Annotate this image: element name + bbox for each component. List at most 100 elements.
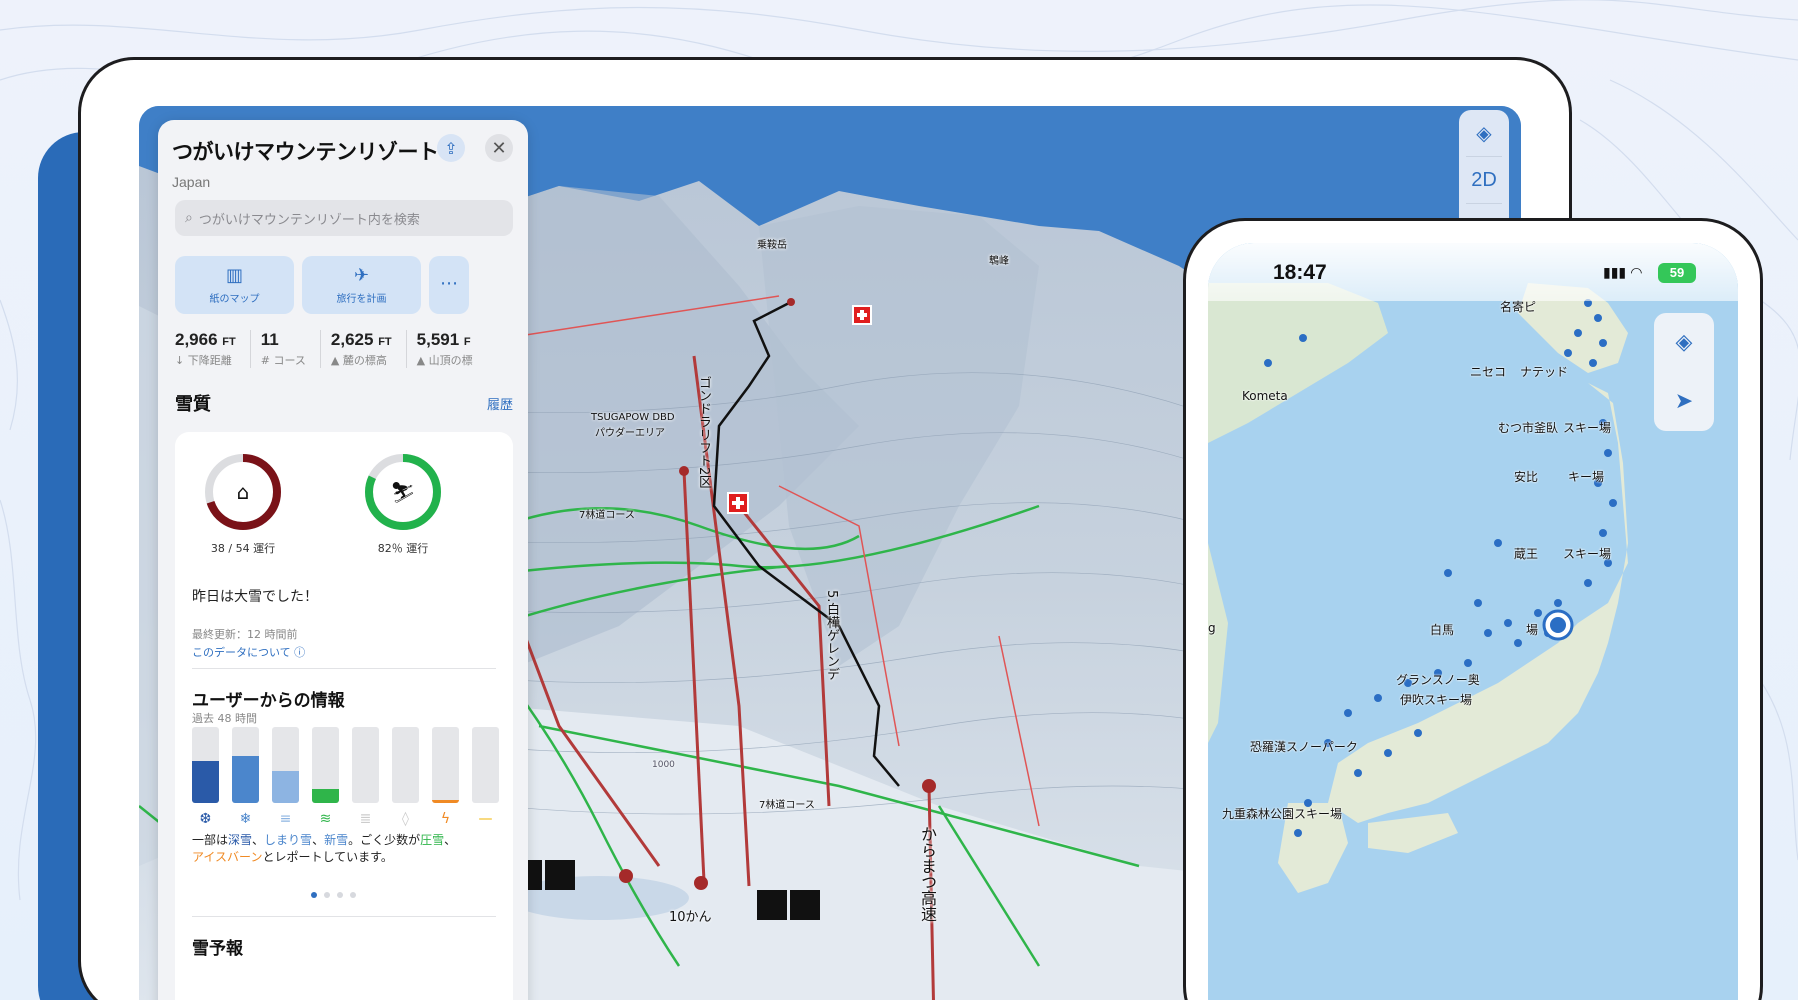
- peak-label: 乗鞍岳: [757, 240, 787, 251]
- contour-label: 1000: [652, 760, 675, 770]
- info-icon: ⓘ: [294, 646, 306, 659]
- map-place-label: g: [1208, 621, 1216, 635]
- 2d-toggle-button[interactable]: 2D: [1459, 157, 1509, 203]
- stat-summit: 5,591 F ▲ 山頂の標: [416, 330, 473, 367]
- report-bar-column: —: [472, 727, 499, 827]
- groomed-icon: ≋: [319, 811, 332, 827]
- user-reports-description: 一部は深雪、しまり雪、新雪。ごく少数が圧雪、 アイスバーンとレポートしています。: [192, 833, 457, 864]
- ice-icon: ϟ: [440, 811, 451, 827]
- user-reports-title: ユーザーからの情報: [192, 691, 345, 711]
- other-icon: —: [478, 811, 493, 827]
- map-place-label: 蔵王: [1514, 547, 1539, 561]
- run-label: からまつ高速: [918, 826, 937, 922]
- search-placeholder: つがいけマウンテンリゾート内を検索: [198, 212, 420, 228]
- phone-map-controls: ◈ ➤: [1654, 313, 1714, 431]
- slush-icon: ◊: [402, 811, 409, 827]
- crud-icon: ≣: [359, 811, 372, 827]
- report-bar-column: ❆: [192, 727, 219, 827]
- layers-icon[interactable]: ◈: [1676, 330, 1693, 355]
- plan-trip-button[interactable]: ✈ 旅行を計画: [302, 256, 421, 314]
- report-bar: [352, 727, 379, 803]
- report-bar-fill: [432, 799, 459, 803]
- packed-icon: ≡: [279, 811, 292, 827]
- user-reports-subtitle: 過去 48 時間: [192, 712, 257, 725]
- report-bar-fill: [312, 789, 339, 803]
- runs-ring: ⛷: [365, 454, 441, 530]
- skier-icon: ⛷: [390, 480, 415, 504]
- map-place-label: スキー場: [1563, 547, 1612, 561]
- lift-label: ゴンドラリフト2区: [696, 376, 711, 489]
- map-place-label: スキー場: [1563, 421, 1612, 435]
- report-bar: [232, 727, 259, 803]
- run-label: 7林道コース: [759, 800, 815, 811]
- japan-map[interactable]: 18:47 ▮▮▮ ◠ 59 ◈ ➤ 名寄ピ ニセコ ナテッド Kometa む…: [1208, 243, 1738, 1000]
- map-place-label: ナテッド: [1520, 365, 1569, 379]
- report-bar: [192, 727, 219, 803]
- map-place-label: 場: [1526, 623, 1539, 637]
- gondola-icon: ⌂: [237, 480, 250, 504]
- map-place-label: 白馬: [1430, 623, 1455, 637]
- forecast-title: 雪予報: [192, 939, 243, 959]
- resort-stats: 2,966 FT ↓ 下降距離 11 # コース 2,625 FT ▲ 麓の標高…: [175, 330, 497, 368]
- battery-indicator: 59: [1658, 263, 1696, 283]
- locate-icon[interactable]: ➤: [1675, 389, 1693, 414]
- resort-country: Japan: [172, 174, 211, 190]
- map-place-label: グランスノー奥: [1396, 673, 1480, 687]
- run-label: 5.白樺ゲレンデ: [824, 590, 839, 681]
- history-link[interactable]: 履歴: [487, 394, 513, 413]
- share-icon: ⇪: [444, 138, 458, 158]
- map-place-label: むつ市釜臥: [1498, 421, 1559, 435]
- snow-section-title: 雪質: [175, 394, 211, 415]
- close-icon: ✕: [491, 137, 507, 159]
- map-icon: ▥: [225, 265, 243, 286]
- map-place-label: キー場: [1568, 470, 1605, 484]
- report-bar-fill: [272, 771, 299, 803]
- resort-panel: つがいけマウンテンリゾート Japan ⇪ ✕ ⌕ つがいけマウンテンリゾート内…: [158, 120, 528, 1000]
- search-icon: ⌕: [185, 210, 193, 226]
- map-place-label: 九重森林公園スキー場: [1222, 807, 1343, 821]
- snow-card: ⌂ 38 / 54 運行 ⛷ 82％ 運行 昨日は大雪でした！ 最終更新：12 …: [175, 432, 513, 1000]
- powder-icon: ❆: [199, 811, 212, 827]
- stat-base: 2,625 FT ▲ 麓の標高: [331, 330, 407, 368]
- updated-text: 最終更新：12 時間前: [192, 628, 298, 641]
- paper-map-button[interactable]: ▥ 紙のマップ: [175, 256, 294, 314]
- report-bar-column: ϟ: [432, 727, 459, 827]
- lifts-ring: ⌂: [205, 454, 281, 530]
- report-bar: [312, 727, 339, 803]
- area-sub-label: パウダーエリア: [595, 428, 665, 439]
- report-bar-column: ◊: [392, 727, 419, 827]
- lifts-label: 38 / 54 運行: [210, 542, 276, 555]
- report-bar-column: ≡: [272, 727, 299, 827]
- report-bar-column: ≋: [312, 727, 339, 827]
- report-bar: [472, 727, 499, 803]
- page-dots[interactable]: [311, 892, 356, 898]
- more-icon: ⋯: [440, 272, 458, 294]
- search-input[interactable]: ⌕ つがいけマウンテンリゾート内を検索: [175, 200, 513, 236]
- report-bar: [432, 727, 459, 803]
- peak-label: 鵯峰: [989, 256, 1009, 267]
- phone-frame: 18:47 ▮▮▮ ◠ 59 ◈ ➤ 名寄ピ ニセコ ナテッド Kometa む…: [1183, 218, 1763, 1000]
- report-bar-fill: [192, 761, 219, 803]
- map-place-label: 名寄ピ: [1500, 300, 1537, 314]
- run-label: 10かん: [669, 910, 712, 925]
- about-data-link[interactable]: このデータについて ⓘ: [192, 644, 305, 660]
- layers-icon[interactable]: ◈: [1459, 110, 1509, 156]
- signal-icon: ▮▮▮ ◠: [1603, 265, 1642, 281]
- more-button[interactable]: ⋯: [429, 256, 469, 314]
- map-place-label: 伊吹スキー場: [1400, 693, 1473, 707]
- stat-runs: 11 # コース: [261, 330, 321, 368]
- report-bar: [392, 727, 419, 803]
- area-label: TSUGAPOW DBD: [591, 412, 675, 423]
- snowflake-icon: ❄: [239, 811, 252, 827]
- plane-icon: ✈: [353, 265, 370, 286]
- map-place-label: Kometa: [1242, 389, 1288, 403]
- close-button[interactable]: ✕: [485, 134, 513, 162]
- map-place-label: 安比: [1514, 470, 1539, 484]
- report-bar-column: ❄: [232, 727, 259, 827]
- share-button[interactable]: ⇪: [437, 134, 465, 162]
- status-time: 18:47: [1273, 261, 1327, 284]
- report-bar-column: ≣: [352, 727, 379, 827]
- map-place-label: ニセコ: [1470, 365, 1507, 379]
- snow-message: 昨日は大雪でした！: [192, 589, 318, 605]
- user-reports-chart: ❆ ❄ ≡ ≋ ≣ ◊ ϟ —: [192, 727, 499, 827]
